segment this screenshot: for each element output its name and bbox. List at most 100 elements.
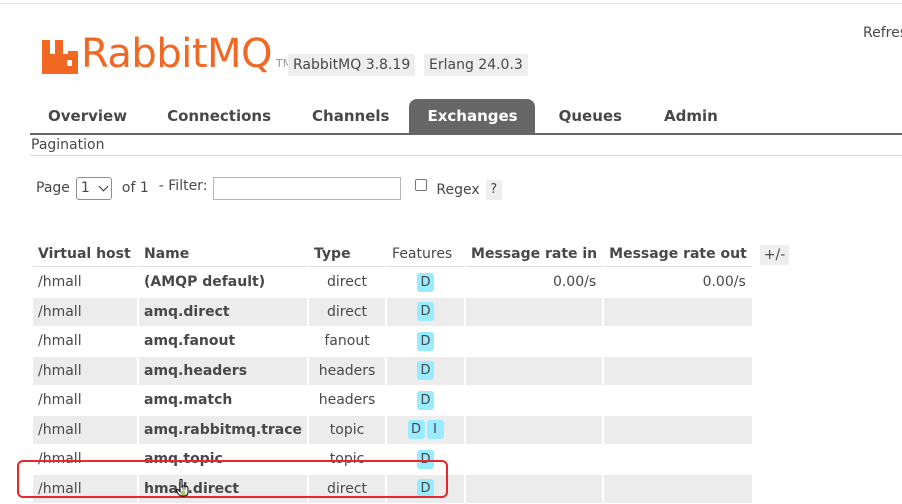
vhost-cell: /hmall [33, 327, 137, 356]
durable-badge: D [417, 272, 435, 292]
durable-badge: D [417, 331, 435, 351]
refresh-label[interactable]: Refres [863, 25, 902, 41]
regex-help-button[interactable]: ? [485, 180, 502, 200]
rate-out-cell [604, 297, 752, 326]
type-cell: direct [309, 297, 386, 326]
rabbitmq-logo[interactable]: RabbitMQ TM [42, 30, 292, 74]
exchange-name-link[interactable]: amq.rabbitmq.trace [139, 415, 308, 444]
tab-overview[interactable]: Overview [30, 99, 144, 133]
vhost-cell: /hmall [33, 415, 137, 444]
exchanges-table: Virtual host Name Type Features Message … [31, 238, 796, 504]
table-row[interactable]: /hmall amq.rabbitmq.trace topic DI [33, 415, 794, 444]
tab-underline [30, 133, 902, 135]
vhost-cell: /hmall [33, 474, 137, 503]
durable-badge: D [417, 361, 435, 381]
regex-checkbox[interactable] [415, 179, 428, 191]
logo-wordmark: RabbitMQ [81, 31, 273, 77]
tab-channels[interactable]: Channels [291, 99, 409, 133]
vhost-cell: /hmall [33, 268, 137, 297]
column-header-features: Features [387, 239, 465, 267]
column-header-message-rate-in[interactable]: Message rate in [466, 239, 603, 267]
table-row[interactable]: /hmall (AMQP default) direct D 0.00/s 0.… [33, 268, 794, 297]
features-cell: D [387, 268, 465, 297]
page-label: Page [36, 180, 70, 196]
table-row[interactable]: /hmall amq.headers headers D [33, 356, 794, 385]
column-header-type[interactable]: Type [309, 239, 386, 267]
type-cell: headers [309, 356, 386, 385]
rabbit-logo-icon [42, 40, 78, 74]
exchange-name-link[interactable]: amq.direct [139, 297, 308, 326]
durable-badge: D [417, 449, 435, 469]
vhost-cell: /hmall [33, 386, 137, 415]
column-header-virtual-host[interactable]: Virtual host [33, 239, 137, 267]
features-cell: D [387, 327, 465, 356]
features-cell: DI [387, 415, 465, 444]
vhost-cell: /hmall [33, 297, 137, 326]
features-cell: D [387, 474, 465, 503]
rate-in-cell [466, 297, 603, 326]
exchange-name-link[interactable]: amq.topic [139, 445, 308, 474]
exchange-name-link[interactable]: (AMQP default) [139, 268, 308, 297]
type-cell: direct [309, 268, 386, 297]
tab-admin[interactable]: Admin [643, 99, 736, 133]
features-cell: D [387, 386, 465, 415]
pagination-controls: Page 1 of 1 - Filter: Regex ? [36, 175, 502, 201]
filter-input[interactable] [213, 176, 402, 200]
tab-exchanges[interactable]: Exchanges [409, 99, 535, 133]
table-row[interactable]: /hmall amq.fanout fanout D [33, 327, 794, 356]
type-cell: topic [309, 415, 386, 444]
column-header-message-rate-out[interactable]: Message rate out [604, 239, 752, 267]
tab-queues[interactable]: Queues [535, 99, 643, 133]
page-select[interactable]: 1 [75, 176, 112, 200]
durable-badge: D [417, 390, 435, 410]
durable-badge: D [417, 479, 435, 499]
section-divider [30, 155, 902, 156]
durable-badge: D [407, 420, 425, 440]
top-border [0, 3, 902, 4]
features-cell: D [387, 356, 465, 385]
main-nav-tabs: Overview Connections Channels Exchanges … [30, 99, 736, 133]
rate-in-cell [466, 327, 603, 356]
page-count-label: of 1 [121, 180, 149, 196]
rate-out-cell: 0.00/s [604, 268, 752, 297]
vhost-cell: /hmall [33, 445, 137, 474]
rate-out-cell [604, 445, 752, 474]
rate-out-cell [604, 386, 752, 415]
table-row[interactable]: /hmall amq.topic topic D [33, 445, 794, 474]
exchange-name-link[interactable]: amq.headers [139, 356, 308, 385]
chevron-down-icon [98, 181, 109, 191]
table-row[interactable]: /hmall amq.direct direct D [33, 297, 794, 326]
durable-badge: D [417, 302, 435, 322]
erlang-version-badge: Erlang 24.0.3 [424, 54, 528, 76]
rate-in-cell [466, 386, 603, 415]
filter-label: - Filter: [158, 178, 208, 194]
table-header-row: Virtual host Name Type Features Message … [33, 239, 795, 267]
internal-badge: I [426, 420, 444, 440]
features-cell: D [387, 297, 465, 326]
rabbitmq-version-badge: RabbitMQ 3.8.19 [288, 54, 416, 76]
hand-cursor-icon [176, 479, 189, 497]
type-cell: direct [309, 474, 386, 503]
columns-toggle-cell: +/- [753, 239, 795, 267]
rate-in-cell [466, 415, 603, 444]
rate-out-cell [604, 474, 752, 503]
type-cell: headers [309, 386, 386, 415]
exchange-name-link[interactable]: amq.match [139, 386, 308, 415]
exchange-name-link[interactable]: hmall.direct [139, 474, 308, 503]
features-cell: D [387, 445, 465, 474]
table-row[interactable]: /hmall hmall.direct direct D [33, 474, 794, 503]
rate-in-cell: 0.00/s [466, 268, 603, 297]
tab-connections[interactable]: Connections [144, 99, 291, 133]
rate-in-cell [466, 356, 603, 385]
columns-toggle-button[interactable]: +/- [759, 244, 790, 265]
column-header-name[interactable]: Name [139, 239, 308, 267]
rate-out-cell [604, 356, 752, 385]
regex-label: Regex [436, 182, 480, 198]
page-select-value: 1 [80, 180, 90, 196]
exchange-name-link[interactable]: amq.fanout [139, 327, 308, 356]
rate-out-cell [604, 327, 752, 356]
pagination-section-title[interactable]: Pagination [31, 137, 104, 153]
table-row[interactable]: /hmall amq.match headers D [33, 386, 794, 415]
rate-in-cell [466, 474, 603, 503]
type-cell: topic [309, 445, 386, 474]
